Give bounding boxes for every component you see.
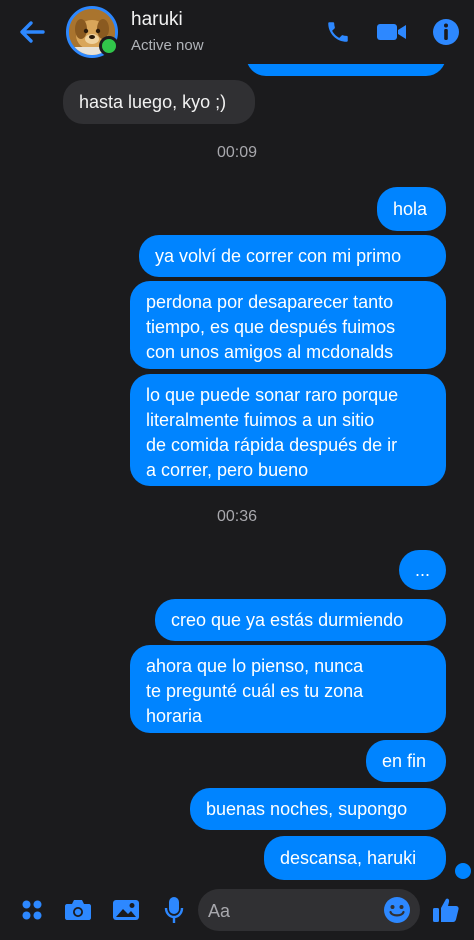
contact-name[interactable]: haruki bbox=[131, 9, 183, 31]
outgoing-message-bubble[interactable]: lo que puede sonar raro porque literalme… bbox=[130, 374, 446, 486]
message-composer bbox=[0, 880, 474, 940]
message-text: buenas noches, supongo bbox=[206, 799, 408, 819]
message-text: ... bbox=[414, 560, 430, 580]
phone-icon bbox=[328, 22, 348, 42]
video-call-button[interactable] bbox=[374, 14, 410, 50]
timestamp-divider: 00:09 bbox=[216, 144, 258, 161]
apps-icon bbox=[22, 900, 42, 920]
gallery-button[interactable] bbox=[110, 894, 142, 926]
seen-indicator bbox=[455, 863, 471, 879]
microphone-icon bbox=[164, 897, 184, 923]
conversation-header: haruki Active now bbox=[0, 0, 474, 64]
messenger-conversation: haruki Active now hasta luego, kyo ;) 00… bbox=[0, 0, 474, 940]
video-camera-icon bbox=[377, 24, 406, 40]
like-button[interactable] bbox=[430, 894, 462, 926]
outgoing-message-bubble[interactable]: ahora que lo pienso, nunca te pregunté c… bbox=[130, 645, 446, 733]
outgoing-message-bubble[interactable]: creo que ya estás durmiendo bbox=[155, 599, 446, 641]
contact-status: Active now bbox=[131, 37, 204, 54]
camera-button[interactable] bbox=[62, 894, 94, 926]
message-text: lo que puede sonar raro porque literalme… bbox=[146, 385, 399, 480]
outgoing-message-bubble[interactable]: en fin bbox=[366, 740, 446, 782]
info-icon bbox=[433, 19, 459, 45]
incoming-message-bubble[interactable]: hasta luego, kyo ;) bbox=[63, 80, 255, 124]
back-arrow-icon bbox=[20, 21, 45, 43]
message-input[interactable] bbox=[206, 889, 380, 933]
message-text: descansa, haruki bbox=[280, 848, 417, 868]
emoji-button[interactable] bbox=[380, 893, 414, 927]
thumbs-up-icon bbox=[433, 898, 459, 922]
outgoing-message-bubble[interactable]: ... bbox=[399, 550, 446, 590]
call-button[interactable] bbox=[320, 14, 356, 50]
timestamp-divider: 00:36 bbox=[216, 508, 258, 525]
emoji-icon bbox=[384, 897, 410, 923]
back-button[interactable] bbox=[14, 14, 50, 50]
outgoing-message-bubble[interactable]: hola bbox=[377, 187, 446, 231]
outgoing-message-bubble[interactable]: descansa, haruki bbox=[264, 836, 446, 880]
message-text: perdona por desaparecer tanto tiempo, es… bbox=[146, 292, 396, 362]
voice-message-button[interactable] bbox=[158, 894, 190, 926]
message-input-container bbox=[198, 889, 420, 933]
outgoing-message-bubble[interactable]: perdona por desaparecer tanto tiempo, es… bbox=[130, 281, 446, 369]
camera-icon bbox=[65, 900, 91, 920]
outgoing-message-bubble[interactable]: buenas noches, supongo bbox=[190, 788, 446, 830]
message-text: en fin bbox=[382, 751, 427, 771]
info-button[interactable] bbox=[428, 14, 464, 50]
message-text: ya volví de correr con mi primo bbox=[155, 246, 402, 266]
image-icon bbox=[113, 900, 139, 920]
message-text: creo que ya estás durmiendo bbox=[171, 610, 404, 630]
message-text: hola bbox=[393, 199, 428, 219]
message-text: hasta luego, kyo ;) bbox=[79, 92, 227, 112]
apps-button[interactable] bbox=[16, 894, 48, 926]
message-text: ahora que lo pienso, nunca te pregunté c… bbox=[146, 656, 364, 726]
contact-avatar[interactable] bbox=[66, 6, 119, 58]
online-indicator bbox=[99, 36, 119, 56]
outgoing-message-bubble[interactable]: ya volví de correr con mi primo bbox=[139, 235, 446, 277]
